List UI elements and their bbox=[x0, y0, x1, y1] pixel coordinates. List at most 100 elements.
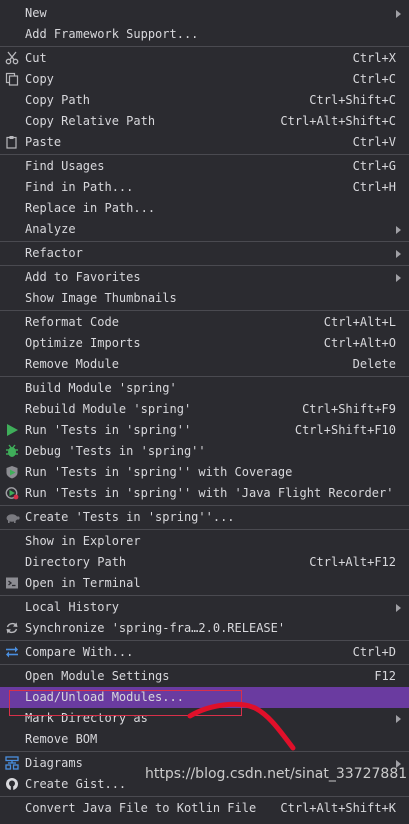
menu-item-create-tests[interactable]: Create 'Tests in 'spring''... bbox=[0, 507, 409, 528]
turtle-icon bbox=[4, 509, 20, 525]
menu-item-label: Copy Relative Path bbox=[25, 114, 156, 128]
menu-item-label: Cut bbox=[25, 51, 47, 65]
menu-item-copy-relative-path[interactable]: Copy Relative Path Ctrl+Alt+Shift+C bbox=[0, 111, 409, 132]
menu-item-new[interactable]: New bbox=[0, 3, 409, 24]
menu-item-open-module-settings[interactable]: Open Module Settings F12 bbox=[0, 666, 409, 687]
debug-icon bbox=[4, 443, 20, 459]
submenu-arrow-icon bbox=[396, 250, 401, 258]
menu-item-label: Compare With... bbox=[25, 645, 134, 659]
menu-item-label: Local History bbox=[25, 600, 119, 614]
menu-item-shortcut: Ctrl+Alt+F12 bbox=[309, 555, 396, 569]
menu-item-shortcut: Ctrl+H bbox=[352, 180, 396, 194]
menu-item-build-module[interactable]: Build Module 'spring' bbox=[0, 378, 409, 399]
menu-separator bbox=[0, 640, 409, 641]
menu-item-shortcut: Ctrl+Shift+F9 bbox=[302, 402, 396, 416]
menu-item-paste[interactable]: Paste Ctrl+V bbox=[0, 132, 409, 153]
menu-item-show-in-explorer[interactable]: Show in Explorer bbox=[0, 531, 409, 552]
menu-item-shortcut: F12 bbox=[374, 669, 396, 683]
menu-item-label: Copy bbox=[25, 72, 54, 86]
compare-icon bbox=[4, 644, 20, 660]
menu-item-label: Replace in Path... bbox=[25, 201, 156, 215]
terminal-icon bbox=[4, 575, 20, 591]
paste-icon bbox=[4, 134, 20, 150]
menu-item-label: Remove Module bbox=[25, 357, 119, 371]
menu-item-label: Create Gist... bbox=[25, 777, 127, 791]
menu-item-analyze[interactable]: Analyze bbox=[0, 219, 409, 240]
menu-item-shortcut: Ctrl+D bbox=[352, 645, 396, 659]
menu-item-label: Rebuild Module 'spring' bbox=[25, 402, 192, 416]
menu-item-run-with-jfr[interactable]: Run 'Tests in 'spring'' with 'Java Fligh… bbox=[0, 483, 409, 504]
menu-item-shortcut: Ctrl+G bbox=[352, 159, 396, 173]
menu-separator bbox=[0, 310, 409, 311]
menu-separator bbox=[0, 46, 409, 47]
github-icon bbox=[4, 776, 20, 792]
menu-item-label: Convert Java File to Kotlin File bbox=[25, 801, 257, 815]
menu-item-run-with-coverage[interactable]: Run 'Tests in 'spring'' with Coverage bbox=[0, 462, 409, 483]
context-menu: New Add Framework Support... Cut Ctrl+X … bbox=[0, 0, 409, 824]
menu-separator bbox=[0, 265, 409, 266]
menu-item-find-usages[interactable]: Find Usages Ctrl+G bbox=[0, 156, 409, 177]
menu-item-remove-module[interactable]: Remove Module Delete bbox=[0, 354, 409, 375]
menu-item-replace-in-path[interactable]: Replace in Path... bbox=[0, 198, 409, 219]
menu-item-label: Add to Favorites bbox=[25, 270, 141, 284]
menu-item-copy-path[interactable]: Copy Path Ctrl+Shift+C bbox=[0, 90, 409, 111]
menu-item-label: Refactor bbox=[25, 246, 83, 260]
menu-item-label: Open Module Settings bbox=[25, 669, 170, 683]
submenu-arrow-icon bbox=[396, 604, 401, 612]
menu-item-label: Diagrams bbox=[25, 756, 83, 770]
menu-item-convert-java-to-kotlin[interactable]: Convert Java File to Kotlin File Ctrl+Al… bbox=[0, 798, 409, 819]
menu-item-label: Debug 'Tests in 'spring'' bbox=[25, 444, 206, 458]
menu-item-open-in-terminal[interactable]: Open in Terminal bbox=[0, 573, 409, 594]
menu-item-label: Add Framework Support... bbox=[25, 27, 199, 41]
menu-item-shortcut: Ctrl+Shift+F10 bbox=[294, 423, 396, 437]
menu-item-shortcut: Ctrl+Alt+L bbox=[323, 315, 396, 329]
menu-item-add-framework-support[interactable]: Add Framework Support... bbox=[0, 24, 409, 45]
menu-item-label: Show Image Thumbnails bbox=[25, 291, 177, 305]
menu-separator bbox=[0, 796, 409, 797]
menu-item-cut[interactable]: Cut Ctrl+X bbox=[0, 48, 409, 69]
menu-item-copy[interactable]: Copy Ctrl+C bbox=[0, 69, 409, 90]
menu-item-reformat-code[interactable]: Reformat Code Ctrl+Alt+L bbox=[0, 312, 409, 333]
menu-separator bbox=[0, 154, 409, 155]
menu-item-run-tests[interactable]: Run 'Tests in 'spring'' Ctrl+Shift+F10 bbox=[0, 420, 409, 441]
diagram-icon bbox=[4, 755, 20, 771]
menu-item-shortcut: Ctrl+Shift+C bbox=[309, 93, 396, 107]
menu-item-label: Copy Path bbox=[25, 93, 91, 107]
menu-item-label: Run 'Tests in 'spring'' with Coverage bbox=[25, 465, 293, 479]
menu-item-shortcut: Ctrl+C bbox=[352, 72, 396, 86]
menu-item-synchronize[interactable]: Synchronize 'spring-fra…2.0.RELEASE' bbox=[0, 618, 409, 639]
menu-item-local-history[interactable]: Local History bbox=[0, 597, 409, 618]
menu-item-label: Reformat Code bbox=[25, 315, 119, 329]
sync-icon bbox=[4, 620, 20, 636]
menu-item-label: Run 'Tests in 'spring'' with 'Java Fligh… bbox=[25, 486, 394, 500]
watermark: https://blog.csdn.net/sinat_33727881 bbox=[145, 766, 408, 782]
menu-item-label: Synchronize 'spring-fra…2.0.RELEASE' bbox=[25, 621, 286, 635]
submenu-arrow-icon bbox=[396, 274, 401, 282]
menu-item-label: Paste bbox=[25, 135, 62, 149]
menu-item-compare-with[interactable]: Compare With... Ctrl+D bbox=[0, 642, 409, 663]
menu-item-label: Optimize Imports bbox=[25, 336, 141, 350]
menu-item-label: Run 'Tests in 'spring'' bbox=[25, 423, 192, 437]
menu-separator bbox=[0, 595, 409, 596]
menu-item-rebuild-module[interactable]: Rebuild Module 'spring' Ctrl+Shift+F9 bbox=[0, 399, 409, 420]
menu-item-refactor[interactable]: Refactor bbox=[0, 243, 409, 264]
menu-item-add-to-favorites[interactable]: Add to Favorites bbox=[0, 267, 409, 288]
menu-item-label: New bbox=[25, 6, 47, 20]
menu-item-label: Create 'Tests in 'spring''... bbox=[25, 510, 235, 524]
menu-item-directory-path[interactable]: Directory Path Ctrl+Alt+F12 bbox=[0, 552, 409, 573]
menu-item-optimize-imports[interactable]: Optimize Imports Ctrl+Alt+O bbox=[0, 333, 409, 354]
menu-item-label: Directory Path bbox=[25, 555, 127, 569]
menu-item-label: Open in Terminal bbox=[25, 576, 141, 590]
menu-item-find-in-path[interactable]: Find in Path... Ctrl+H bbox=[0, 177, 409, 198]
menu-item-shortcut: Ctrl+Alt+Shift+C bbox=[280, 114, 396, 128]
submenu-arrow-icon bbox=[396, 715, 401, 723]
menu-separator bbox=[0, 376, 409, 377]
menu-item-debug-tests[interactable]: Debug 'Tests in 'spring'' bbox=[0, 441, 409, 462]
menu-item-label: Build Module 'spring' bbox=[25, 381, 177, 395]
submenu-arrow-icon bbox=[396, 10, 401, 18]
menu-separator bbox=[0, 529, 409, 530]
menu-item-label: Find in Path... bbox=[25, 180, 134, 194]
coverage-icon bbox=[4, 464, 20, 480]
menu-item-shortcut: Delete bbox=[352, 357, 396, 371]
menu-item-show-image-thumbnails[interactable]: Show Image Thumbnails bbox=[0, 288, 409, 309]
